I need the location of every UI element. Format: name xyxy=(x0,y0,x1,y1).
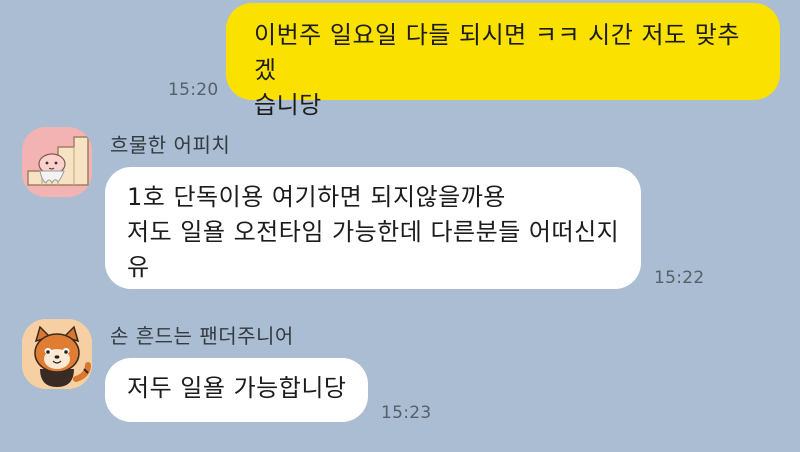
message-timestamp: 15:23 xyxy=(381,403,432,423)
sender-avatar[interactable] xyxy=(22,319,92,389)
sender-avatar[interactable] xyxy=(22,127,92,197)
their-message-bubble[interactable]: 1호 단독이용 여기하면 되지않을까용 저도 일욜 오전타임 가능한데 다른분들… xyxy=(105,167,641,289)
panda-junior-icon xyxy=(22,319,92,389)
sender-name: 손 흔드는 팬더주니어 xyxy=(110,324,294,348)
my-message-bubble[interactable]: 이번주 일요일 다들 되시면 ㅋㅋ 시간 저도 맞추겠 습니당 xyxy=(226,3,780,119)
apeach-stairs-icon xyxy=(22,127,92,197)
message-timestamp: 15:22 xyxy=(654,268,705,288)
their-message-bubble[interactable]: 저두 일욜 가능합니당 xyxy=(105,358,368,422)
message-timestamp: 15:20 xyxy=(168,80,219,100)
sender-name: 흐물한 어피치 xyxy=(110,133,231,157)
